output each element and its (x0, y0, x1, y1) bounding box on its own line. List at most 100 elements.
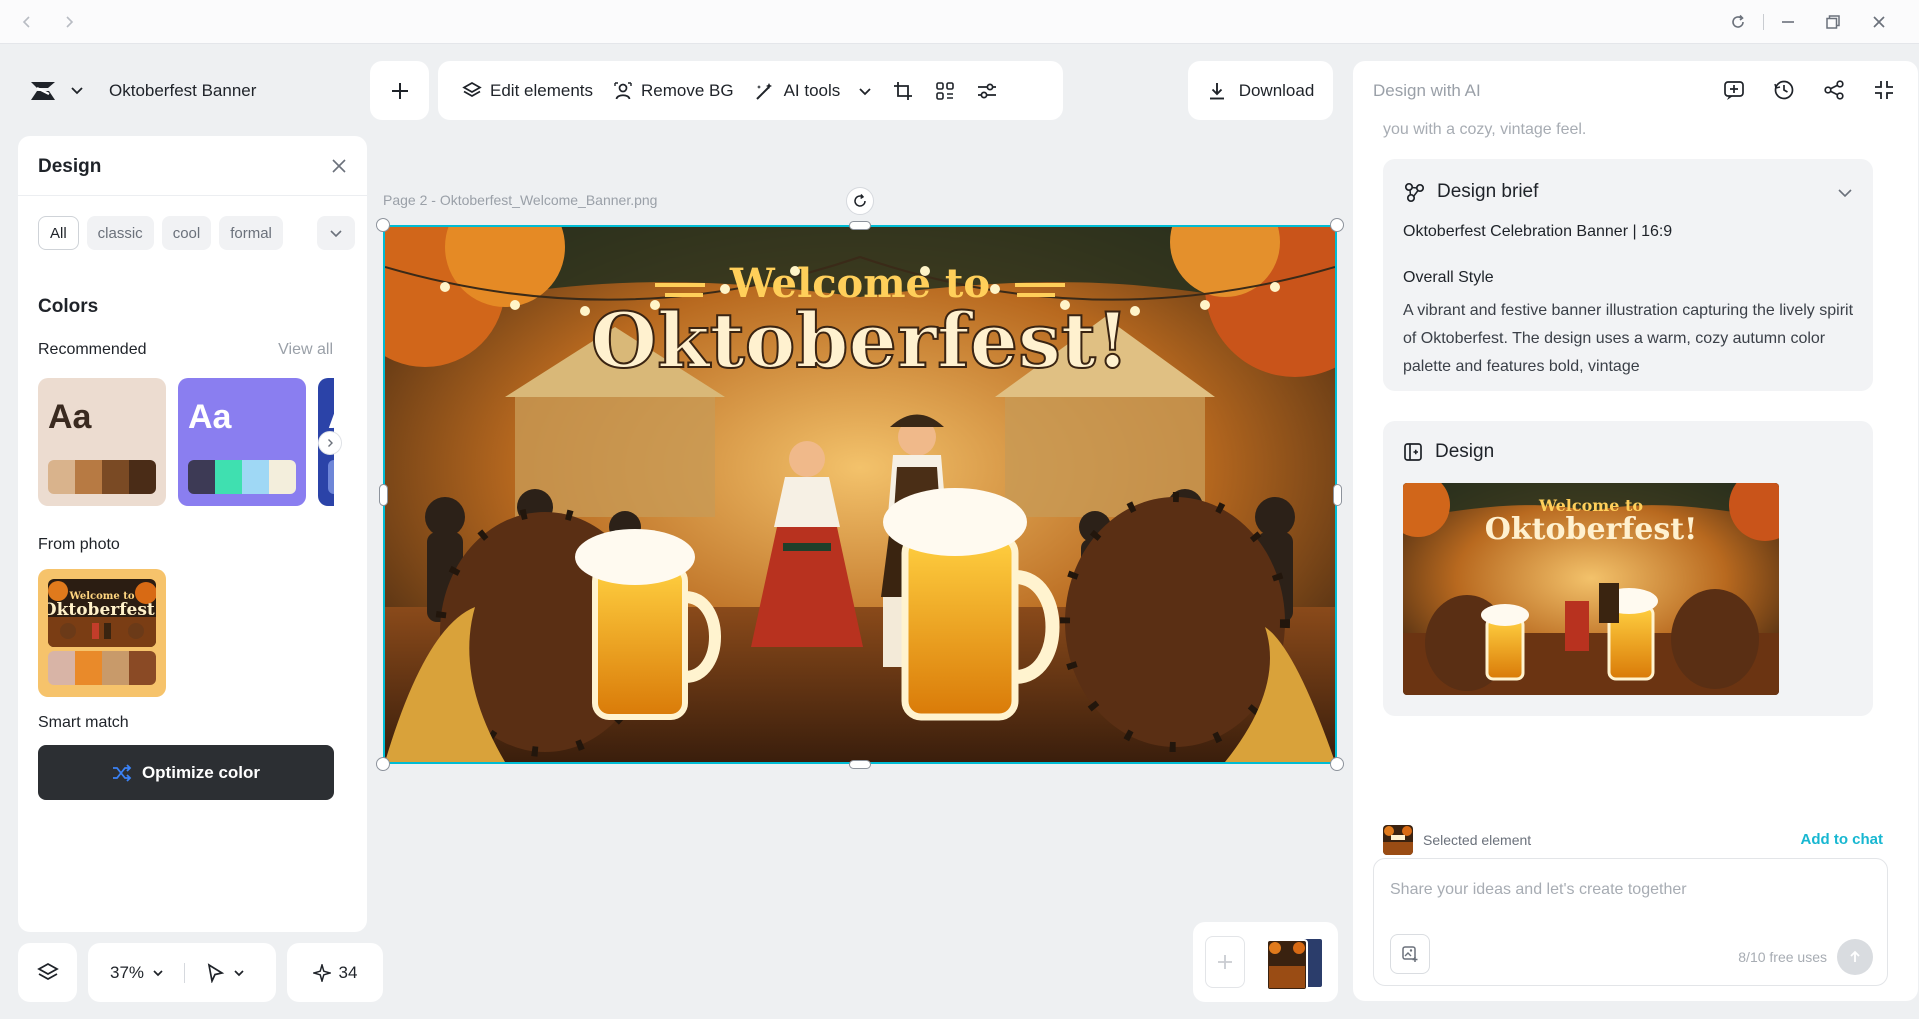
add-page-button[interactable] (1205, 936, 1245, 988)
chip-classic[interactable]: classic (86, 216, 154, 250)
history-button[interactable] (1770, 75, 1798, 105)
page-thumbnail-stack[interactable] (1265, 936, 1325, 992)
remove-bg-label: Remove BG (641, 80, 734, 100)
download-button[interactable]: Download (1188, 61, 1333, 120)
minimize-button[interactable] (1775, 10, 1801, 34)
rotate-handle[interactable] (846, 187, 874, 215)
restore-icon (1826, 15, 1840, 29)
design-brief-card: Design brief Oktoberfest Celebration Ban… (1383, 159, 1873, 391)
design-canvas[interactable]: Welcome to Oktoberfest! (383, 225, 1337, 764)
close-panel-button[interactable] (331, 158, 347, 174)
colors-title: Colors (38, 296, 99, 317)
chevron-down-icon (153, 969, 163, 976)
ai-panel-title: Design with AI (1373, 81, 1481, 100)
reload-button[interactable] (1725, 10, 1751, 34)
design-result-thumbnail[interactable]: Welcome to Oktoberfest! (1403, 483, 1779, 695)
titlebar-separator (1763, 14, 1764, 30)
chip-all[interactable]: All (38, 216, 79, 250)
palette-sample-text: Aa (48, 398, 92, 436)
close-window-button[interactable] (1866, 10, 1892, 34)
chevron-down-icon (234, 969, 244, 976)
doc-menu-button[interactable] (70, 83, 84, 97)
pointer-icon (207, 962, 225, 983)
close-icon (332, 159, 346, 173)
collapse-panel-button[interactable] (1870, 75, 1898, 105)
shuffle-icon (112, 763, 132, 782)
brand-logo-icon (31, 82, 55, 100)
thumb-text-line-2: Oktoberfest! (1485, 512, 1698, 547)
crop-button[interactable] (882, 71, 924, 111)
magic-wand-icon (755, 82, 772, 100)
remove-bg-button[interactable]: Remove BG (603, 71, 744, 111)
selected-element-label: Selected element (1423, 832, 1532, 848)
palette-strip (188, 460, 296, 494)
resize-handle-right[interactable] (1333, 484, 1342, 506)
view-all-link[interactable]: View all (278, 341, 333, 359)
zoom-value: 37% (110, 962, 145, 982)
photo-palette-card[interactable]: Welcome to Oktoberfest! (38, 569, 166, 697)
more-chips-button[interactable] (317, 216, 355, 250)
pointer-tool-select[interactable] (205, 962, 245, 983)
window-titlebar (0, 0, 1919, 44)
layers-button[interactable] (18, 943, 77, 1002)
send-button[interactable] (1837, 939, 1873, 975)
document-title[interactable]: Oktoberfest Banner (109, 81, 256, 101)
brief-overall-style-heading: Overall Style (1403, 269, 1494, 286)
add-to-chat-button[interactable]: Add to chat (1801, 831, 1884, 848)
resize-handle-left[interactable] (379, 484, 388, 506)
chat-input-placeholder[interactable]: Share your ideas and let's create togeth… (1390, 881, 1687, 899)
brand-logo-button[interactable] (28, 79, 58, 103)
layers-icon (36, 962, 59, 980)
style-filter-chips: All classic cool formal (38, 216, 283, 250)
resize-handle-top-left[interactable] (376, 218, 390, 232)
divider (184, 962, 186, 983)
chip-cool[interactable]: cool (161, 216, 212, 250)
new-chat-icon (1724, 81, 1744, 100)
new-chat-button[interactable] (1720, 75, 1748, 105)
svg-text:Oktoberfest!: Oktoberfest! (48, 600, 156, 620)
scan-button[interactable] (924, 71, 966, 111)
zoom-select[interactable]: 37% (110, 963, 164, 983)
selected-element-thumbnail (1383, 825, 1413, 855)
chip-formal[interactable]: formal (219, 216, 283, 250)
add-button[interactable] (370, 61, 429, 120)
edit-elements-label: Edit elements (490, 80, 593, 100)
palette-card-purple[interactable]: Aa (178, 378, 306, 506)
collapse-icon (1875, 81, 1893, 99)
chevron-right-icon (328, 439, 333, 447)
resize-handle-bottom[interactable] (849, 760, 871, 769)
optimize-color-button[interactable]: Optimize color (38, 745, 334, 800)
plus-icon (1218, 955, 1232, 969)
arrow-up-icon (1850, 950, 1860, 962)
banner-image: Welcome to Oktoberfest! (385, 227, 1335, 762)
back-button[interactable] (14, 10, 40, 34)
attach-image-button[interactable] (1390, 934, 1430, 974)
canvas-page-label: Page 2 - Oktoberfest_Welcome_Banner.png (383, 192, 658, 208)
crop-icon (894, 81, 913, 100)
resize-handle-bottom-left[interactable] (376, 757, 390, 771)
ai-assistant-panel: Design with AI you with a cozy, vintage … (1353, 61, 1918, 1001)
collapse-brief-button[interactable] (1837, 185, 1853, 201)
adjust-button[interactable] (966, 71, 1008, 111)
credits-count: 34 (338, 962, 358, 982)
share-button[interactable] (1820, 75, 1848, 105)
rotate-icon (854, 194, 866, 207)
palette-card-warm[interactable]: Aa (38, 378, 166, 506)
image-add-icon (1402, 946, 1418, 962)
download-label: Download (1238, 80, 1315, 100)
ai-panel-actions (1720, 75, 1898, 105)
design-brief-header[interactable]: Design brief (1403, 181, 1538, 203)
resize-handle-top-right[interactable] (1330, 218, 1344, 232)
palette-scroll-right-button[interactable] (318, 431, 342, 455)
credits-button[interactable]: 34 (287, 943, 383, 1002)
design-result-header: Design (1403, 441, 1494, 463)
edit-elements-button[interactable]: Edit elements (452, 71, 603, 111)
forward-button[interactable] (56, 10, 82, 34)
restore-button[interactable] (1820, 10, 1846, 34)
resize-handle-bottom-right[interactable] (1330, 757, 1344, 771)
ai-tools-button[interactable]: AI tools (744, 71, 883, 111)
photo-palette-strip (48, 651, 156, 685)
resize-handle-top[interactable] (849, 221, 871, 230)
chat-input-box[interactable]: Share your ideas and let's create togeth… (1373, 858, 1888, 986)
palette-strip (328, 460, 334, 494)
